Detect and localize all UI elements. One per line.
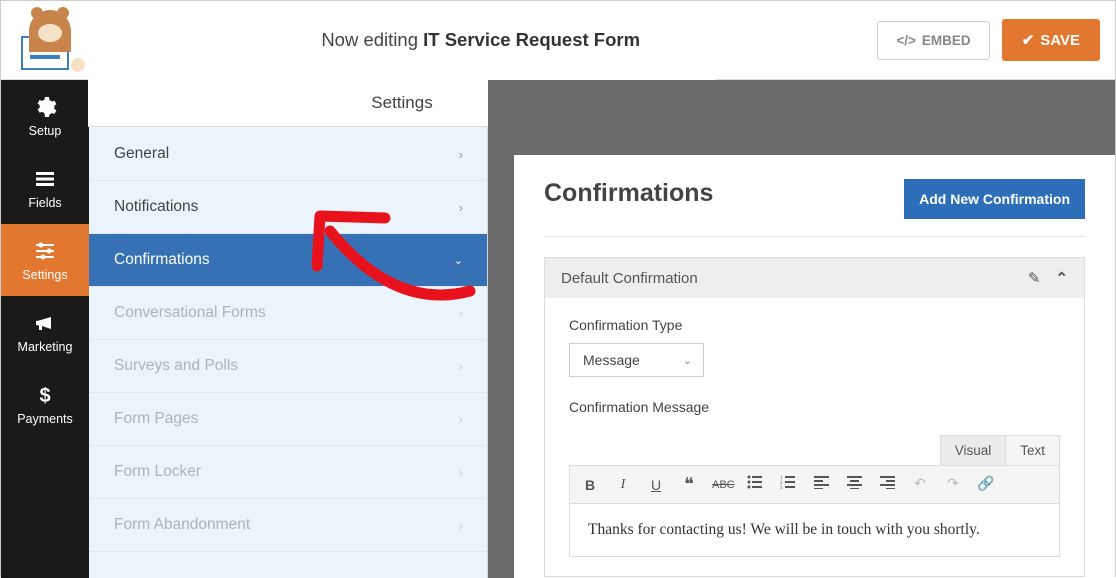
settings-item-label: Notifications xyxy=(114,198,198,216)
panel-actions: ✎ ⌃ xyxy=(1028,269,1068,287)
chevron-right-icon: › xyxy=(459,147,463,162)
panel-body: Confirmation Type Message ⌄ Confirmation… xyxy=(545,298,1084,576)
editing-title: Now editing IT Service Request Form xyxy=(84,29,877,51)
chevron-right-icon: › xyxy=(459,518,463,533)
content-area: Confirmations Add New Confirmation Defau… xyxy=(488,80,1115,578)
body-wrap: Setup Fields Settings Marketing $ Paymen… xyxy=(1,80,1115,578)
editor-tabs: Visual Text xyxy=(569,435,1060,465)
save-label: SAVE xyxy=(1040,32,1080,49)
settings-item-label: Form Locker xyxy=(114,463,201,481)
code-icon: </> xyxy=(896,33,916,48)
embed-label: EMBED xyxy=(922,33,971,48)
settings-panel: Settings General › Notifications › Confi… xyxy=(89,80,488,578)
settings-item-label: General xyxy=(114,145,169,163)
megaphone-icon xyxy=(33,311,57,335)
settings-item-label: Conversational Forms xyxy=(114,304,266,322)
editor-textarea[interactable]: Thanks for contacting us! We will be in … xyxy=(569,504,1060,557)
nav-label: Marketing xyxy=(18,340,73,354)
nav-label: Payments xyxy=(17,412,73,426)
settings-item-label: Form Pages xyxy=(114,410,198,428)
add-new-confirmation-button[interactable]: Add New Confirmation xyxy=(904,179,1085,219)
nav-setup[interactable]: Setup xyxy=(1,80,89,152)
chevron-down-icon: ⌄ xyxy=(683,354,692,367)
form-name: IT Service Request Form xyxy=(423,29,640,50)
settings-item-form-abandonment[interactable]: Form Abandonment › xyxy=(89,499,487,552)
nav-label: Settings xyxy=(22,268,67,282)
bold-icon[interactable]: B xyxy=(580,477,600,493)
app-logo xyxy=(16,10,84,70)
nav-payments[interactable]: $ Payments xyxy=(1,368,89,440)
settings-item-form-pages[interactable]: Form Pages › xyxy=(89,393,487,446)
settings-item-confirmations[interactable]: Confirmations ⌄ xyxy=(89,234,487,287)
gear-icon xyxy=(33,95,57,119)
chevron-right-icon: › xyxy=(459,412,463,427)
undo-icon[interactable]: ↶ xyxy=(910,476,930,493)
check-icon: ✔ xyxy=(1022,31,1035,49)
settings-list: General › Notifications › Confirmations … xyxy=(89,128,487,552)
confirmations-title: Confirmations xyxy=(544,179,713,208)
number-list-icon[interactable]: 123 xyxy=(778,475,798,494)
align-left-icon[interactable] xyxy=(811,476,831,494)
settings-item-surveys-and-polls[interactable]: Surveys and Polls › xyxy=(89,340,487,393)
settings-item-general[interactable]: General › xyxy=(89,128,487,181)
nav-settings[interactable]: Settings xyxy=(1,224,89,296)
save-button[interactable]: ✔ SAVE xyxy=(1002,19,1100,61)
confirmation-type-label: Confirmation Type xyxy=(569,317,1060,333)
svg-text:$: $ xyxy=(39,385,50,407)
nav-fields[interactable]: Fields xyxy=(1,152,89,224)
edit-icon[interactable]: ✎ xyxy=(1028,269,1041,287)
dollar-icon: $ xyxy=(33,383,57,407)
strikethrough-icon[interactable]: ABC xyxy=(712,479,732,491)
nav-label: Setup xyxy=(29,124,62,138)
settings-item-label: Surveys and Polls xyxy=(114,357,238,375)
settings-item-notifications[interactable]: Notifications › xyxy=(89,181,487,234)
list-icon xyxy=(33,167,57,191)
svg-text:3: 3 xyxy=(780,486,783,489)
underline-icon[interactable]: U xyxy=(646,477,666,493)
chevron-right-icon: › xyxy=(459,306,463,321)
nav-label: Fields xyxy=(28,196,61,210)
chevron-right-icon: › xyxy=(459,200,463,215)
italic-icon[interactable]: I xyxy=(613,477,633,493)
nav-marketing[interactable]: Marketing xyxy=(1,296,89,368)
confirmation-message-label: Confirmation Message xyxy=(569,399,1060,415)
tab-text[interactable]: Text xyxy=(1006,435,1060,465)
align-center-icon[interactable] xyxy=(844,476,864,494)
panel-title: Default Confirmation xyxy=(561,270,698,287)
collapse-icon[interactable]: ⌃ xyxy=(1055,269,1068,287)
settings-item-form-locker[interactable]: Form Locker › xyxy=(89,446,487,499)
confirmation-type-select[interactable]: Message ⌄ xyxy=(569,343,704,377)
confirmation-panel-header[interactable]: Default Confirmation ✎ ⌃ xyxy=(545,258,1084,298)
left-nav: Setup Fields Settings Marketing $ Paymen… xyxy=(1,80,89,578)
settings-item-label: Form Abandonment xyxy=(114,516,250,534)
chevron-right-icon: › xyxy=(459,465,463,480)
confirmation-panel: Default Confirmation ✎ ⌃ Confirmation Ty… xyxy=(544,257,1085,577)
align-right-icon[interactable] xyxy=(877,476,897,494)
link-icon[interactable]: 🔗 xyxy=(976,476,996,493)
redo-icon[interactable]: ↷ xyxy=(943,476,963,493)
settings-item-conversational-forms[interactable]: Conversational Forms › xyxy=(89,287,487,340)
editing-prefix: Now editing xyxy=(321,29,418,50)
tab-visual[interactable]: Visual xyxy=(940,435,1007,465)
top-header: Now editing IT Service Request Form </> … xyxy=(1,1,1115,80)
bullet-list-icon[interactable] xyxy=(745,475,765,494)
header-buttons: </> EMBED ✔ SAVE xyxy=(877,19,1100,61)
embed-button[interactable]: </> EMBED xyxy=(877,21,989,60)
content-inner: Confirmations Add New Confirmation Defau… xyxy=(514,155,1115,578)
settings-item-label: Confirmations xyxy=(114,251,210,269)
editor-toolbar: B I U ❝ ABC 123 xyxy=(569,465,1060,504)
confirmations-header: Confirmations Add New Confirmation xyxy=(544,179,1085,237)
chevron-down-icon: ⌄ xyxy=(454,254,463,267)
select-value: Message xyxy=(583,352,640,368)
chevron-right-icon: › xyxy=(459,359,463,374)
quote-icon[interactable]: ❝ xyxy=(679,474,699,495)
sliders-icon xyxy=(33,239,57,263)
